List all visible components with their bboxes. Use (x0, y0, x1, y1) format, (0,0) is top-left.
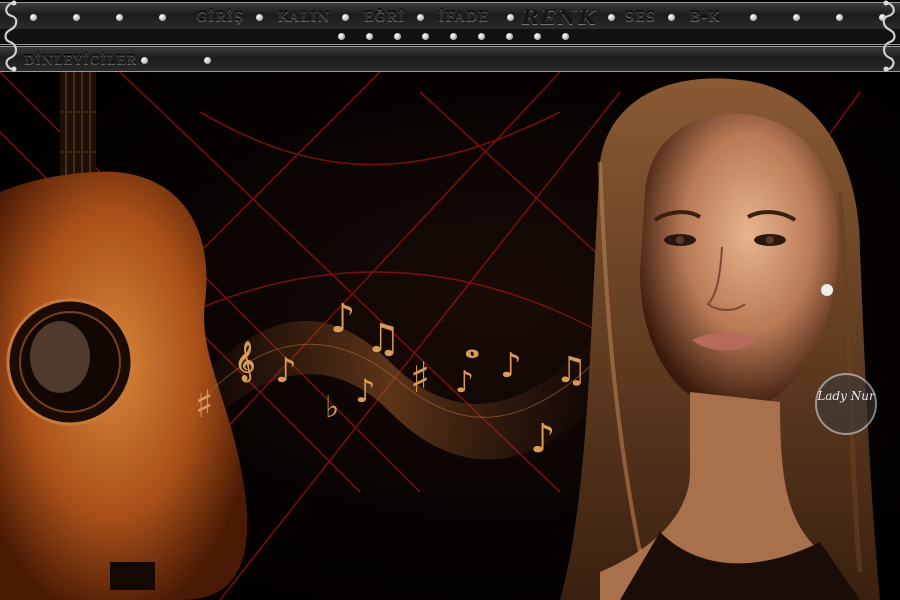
svg-text:♪: ♪ (530, 415, 556, 462)
signature-badge: Lady Nur (815, 373, 877, 435)
right-ornament-icon (882, 0, 896, 72)
dot-icon (562, 33, 569, 40)
scene-artwork: ♯ 𝄞 ♪ ♪ ♫ ♭ ♪ ♯ 𝅝 ♪ ♪ ♪ ♫ Lady Nur (0, 72, 880, 600)
dot-icon (256, 13, 264, 21)
svg-text:𝅝: 𝅝 (465, 324, 479, 366)
dot-icon (204, 56, 212, 64)
music-notes-icon: ♯ 𝄞 ♪ ♪ ♫ ♭ ♪ ♯ 𝅝 ♪ ♪ ♪ ♫ (180, 295, 600, 462)
svg-text:♫: ♫ (555, 349, 587, 391)
svg-text:♪: ♪ (500, 346, 522, 386)
dot-icon (836, 13, 844, 21)
svg-text:♪: ♪ (355, 372, 375, 410)
main-scene: ♯ 𝄞 ♪ ♪ ♫ ♭ ♪ ♯ 𝅝 ♪ ♪ ♪ ♫ Lady Nur (0, 72, 900, 600)
portrait-image (560, 78, 880, 600)
svg-text:♪: ♪ (455, 365, 474, 400)
dot-icon (141, 56, 149, 64)
menu-item-ses[interactable]: SES (625, 10, 657, 25)
dot-icon (422, 33, 429, 40)
dot-icon (607, 13, 615, 21)
dot-icon (507, 13, 515, 21)
menu-item-renk[interactable]: RENK (522, 5, 598, 29)
menu-item-egri[interactable]: EĞRİ (363, 10, 405, 25)
dots-strip (0, 29, 900, 45)
dot-icon (73, 13, 80, 21)
svg-text:♪: ♪ (330, 295, 356, 342)
guitar-icon (0, 72, 248, 600)
dot-icon (366, 33, 373, 40)
menu-item-dinleyiciler[interactable]: DİNLEYİCİLER (24, 53, 137, 67)
dot-icon (159, 13, 166, 21)
dot-icon (506, 33, 513, 40)
svg-text:♯: ♯ (195, 381, 213, 426)
left-ornament-icon (4, 0, 18, 72)
dots-row (338, 33, 569, 40)
signature-text: Lady Nur (816, 389, 876, 403)
top-nav-bar: GİRİŞ KALIN EĞRİ İFADE RENK SES B-K (0, 2, 900, 30)
dot-icon (338, 33, 345, 40)
dot-icon (30, 13, 37, 21)
svg-text:𝄞: 𝄞 (235, 341, 255, 383)
svg-text:♯: ♯ (410, 353, 430, 402)
svg-text:♭: ♭ (325, 390, 339, 425)
dot-icon (668, 13, 676, 21)
dot-icon (116, 13, 123, 21)
dot-icon (750, 13, 758, 21)
main-menu: GİRİŞ KALIN EĞRİ İFADE RENK SES B-K (24, 3, 887, 31)
dot-icon (478, 33, 485, 40)
dot-icon (450, 33, 457, 40)
menu-item-giris[interactable]: GİRİŞ (196, 10, 244, 25)
svg-text:♪: ♪ (275, 351, 297, 391)
menu-item-ifade[interactable]: İFADE (438, 10, 489, 25)
svg-text:♫: ♫ (365, 315, 401, 362)
dot-icon (534, 33, 541, 40)
menu-item-bk[interactable]: B-K (689, 10, 720, 25)
menu-item-kalin[interactable]: KALIN (277, 10, 330, 25)
dot-icon (342, 13, 350, 21)
dot-icon (394, 33, 401, 40)
dot-icon (793, 13, 801, 21)
second-nav-bar: DİNLEYİCİLER (0, 46, 900, 72)
dot-icon (417, 13, 425, 21)
second-menu: DİNLEYİCİLER (24, 47, 212, 73)
